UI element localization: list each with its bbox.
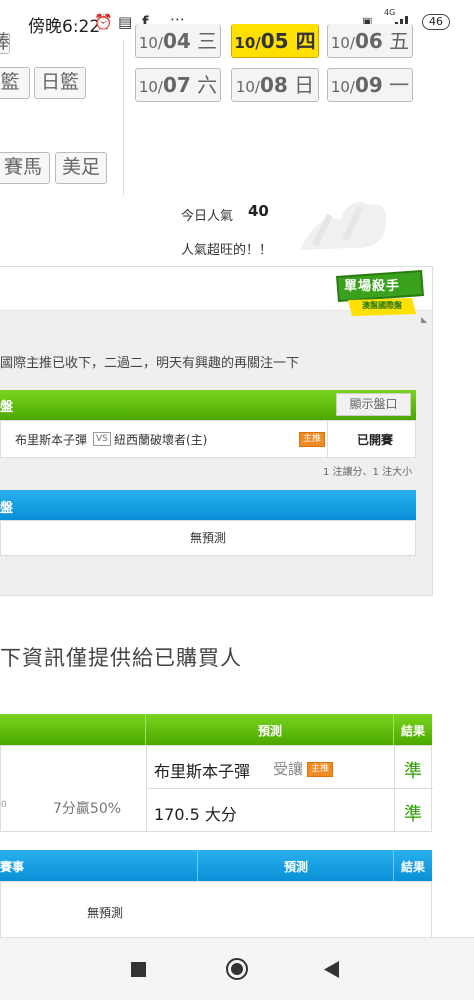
date-button-1008[interactable]: 10/08 日	[231, 68, 319, 102]
main-pick-tag: 主推	[299, 432, 326, 447]
date-button-1006[interactable]: 10/06 五	[327, 24, 413, 58]
blue-no-prediction: 無預測	[87, 906, 124, 920]
result-accurate-2: 準	[404, 804, 422, 825]
cell-divider	[327, 421, 328, 457]
blue-table-body: 無預測	[0, 881, 432, 937]
prediction-main-tag: 主推	[307, 762, 334, 777]
sport-button-partial[interactable]: 棒	[0, 32, 10, 54]
sport-button-american-football[interactable]: 美足	[55, 152, 107, 184]
prediction-team: 布里斯本子彈	[154, 762, 251, 781]
android-navigation-bar	[0, 937, 474, 1000]
col-predict-header: 預測	[258, 724, 283, 738]
kbk-watermark-logo	[300, 202, 386, 250]
column-divider	[123, 40, 124, 195]
sport-button-horse-racing[interactable]: 賽馬	[0, 152, 50, 184]
scroll-caret-icon: ◣	[421, 315, 428, 324]
row-partial-value: 0	[1, 800, 7, 810]
back-button-icon[interactable]	[324, 961, 340, 978]
single-killer-badge: 單場殺手 澳盤國際盤	[332, 268, 427, 318]
battery-indicator: 46	[422, 14, 450, 30]
result-table-header: 預測 結果	[0, 714, 432, 745]
intro-text: 國際主推已收下，二過二，明天有興趣的再關注一下	[0, 356, 300, 371]
bet-count-note: 1 注讓分、1 注大小	[323, 467, 413, 478]
date-button-1004[interactable]: 10/04 三	[135, 24, 221, 58]
blue-header-divider	[197, 850, 198, 881]
handicap-result: 7分贏50%	[53, 801, 122, 817]
blue-col-predict-header: 預測	[284, 860, 309, 874]
badge-subtitle: 澳盤國際盤	[362, 301, 402, 310]
popularity-count: 40	[248, 202, 269, 220]
date-button-1007[interactable]: 10/07 六	[135, 68, 221, 102]
message-icon: ▤	[118, 13, 133, 31]
vs-icon: VS	[93, 432, 111, 446]
blue-table-header: 賽事 預測 結果	[0, 850, 432, 881]
blue-section-header: 盤	[0, 490, 416, 520]
recents-button-icon[interactable]	[131, 962, 146, 977]
blue-header-divider-2	[393, 850, 394, 881]
match-away-team: 紐西蘭破壞者(主)	[114, 433, 208, 447]
prediction-total: 170.5 大分	[154, 805, 237, 824]
prediction-handicap: 受讓	[273, 760, 304, 778]
home-button-dot	[231, 963, 243, 975]
blue-section-title: 盤	[0, 501, 14, 516]
popularity-description: 人氣超旺的！！	[181, 243, 273, 258]
header-divider	[145, 714, 146, 745]
date-button-1005[interactable]: 10/05 四	[231, 24, 319, 58]
col-result-header: 結果	[401, 724, 426, 738]
date-button-1009[interactable]: 10/09 一	[327, 68, 413, 102]
header-divider-2	[393, 714, 394, 745]
row-divider	[147, 788, 433, 789]
result-table-body: 布里斯本子彈 受讓 主推 準 0 7分贏50% 170.5 大分 準	[0, 745, 433, 832]
col-event-header: 賽事	[0, 860, 25, 874]
purchased-info-heading: 下資訊僅提供給已購買人	[0, 646, 242, 670]
popularity-label: 今日人氣	[181, 209, 234, 224]
blue-col-result-header: 結果	[401, 860, 426, 874]
intl-section-title: 盤	[0, 400, 14, 415]
home-button-icon[interactable]	[226, 958, 248, 980]
match-status: 已開賽	[357, 433, 394, 447]
match-home-team: 布里斯本子彈	[15, 433, 88, 447]
sport-button-basketball[interactable]: 籃	[0, 67, 30, 99]
badge-title: 單場殺手	[344, 279, 401, 294]
no-prediction-row: 無預測	[0, 520, 416, 556]
match-row: 布里斯本子彈 VS 紐西蘭破壞者(主) 主推 已開賽	[0, 420, 416, 458]
status-time: 傍晚6:22	[28, 17, 101, 37]
show-odds-button[interactable]: 顯示盤口	[336, 393, 411, 416]
sport-button-jp-basketball[interactable]: 日籃	[34, 67, 86, 99]
alarm-icon: ⏰	[94, 13, 113, 31]
result-accurate: 準	[404, 761, 422, 782]
